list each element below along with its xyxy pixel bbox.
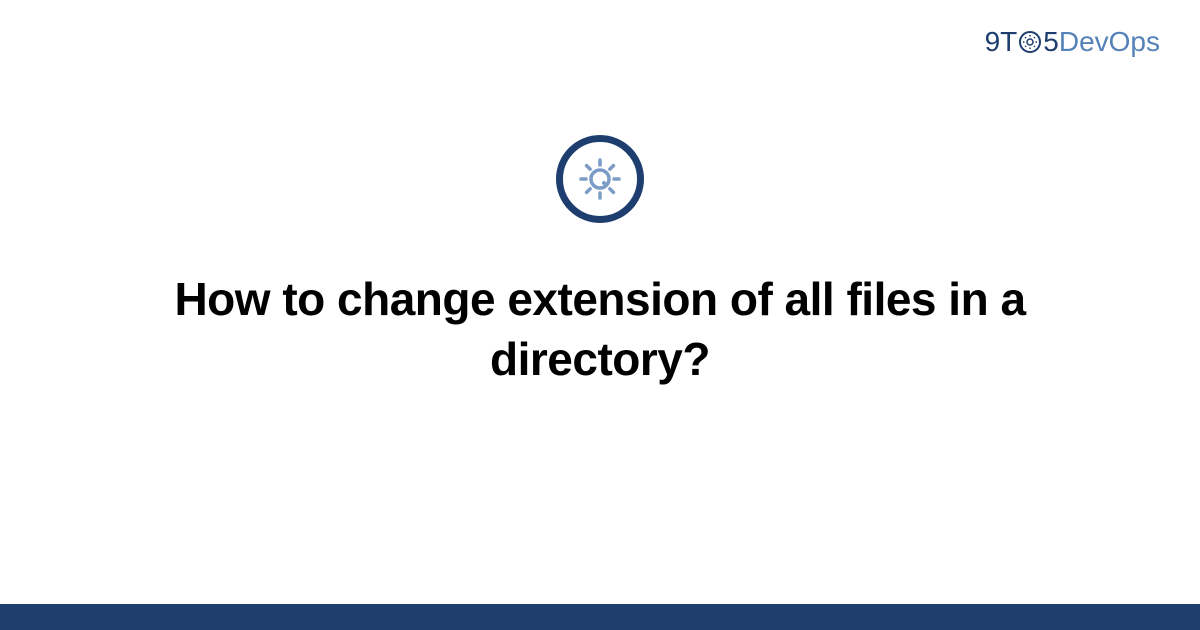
logo-text-nine: 9 [985, 26, 1001, 58]
site-logo: 9 T 5 DevOps [985, 26, 1160, 58]
logo-text-t: T [1000, 26, 1017, 58]
gear-icon-large [556, 135, 644, 223]
logo-text-devops: DevOps [1059, 26, 1160, 58]
footer-accent-bar [0, 604, 1200, 630]
page-title: How to change extension of all files in … [60, 270, 1140, 390]
logo-text-five: 5 [1043, 26, 1059, 58]
gear-icon [1018, 30, 1042, 54]
